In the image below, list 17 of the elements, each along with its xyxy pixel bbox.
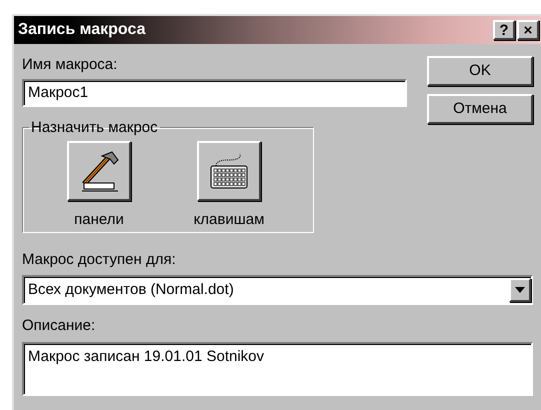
window-title: Запись макроса: [18, 20, 146, 40]
ok-button[interactable]: OK: [427, 56, 533, 86]
description-field[interactable]: Макрос записан 19.01.01 Sotnikov: [22, 342, 533, 396]
help-button[interactable]: ?: [493, 20, 515, 40]
assign-target-label: клавишам: [194, 210, 264, 230]
store-in-dropdown[interactable]: Всех документов (Normal.dot): [22, 275, 533, 305]
store-in-label: Макрос доступен для:: [22, 250, 177, 270]
cancel-button[interactable]: Отмена: [427, 94, 533, 124]
toolbar-button[interactable]: [67, 141, 131, 201]
assign-target-label: панели: [74, 210, 124, 230]
dropdown-value: Всех документов (Normal.dot): [28, 280, 234, 300]
macro-name-field[interactable]: Макрос1: [22, 78, 407, 106]
macro-name-label: Имя макроса:: [22, 55, 118, 75]
group-title: Назначить макрос: [30, 118, 159, 138]
description-label: Описание:: [22, 316, 96, 336]
close-button[interactable]: ×: [517, 20, 539, 40]
keyboard-button[interactable]: [197, 141, 261, 201]
